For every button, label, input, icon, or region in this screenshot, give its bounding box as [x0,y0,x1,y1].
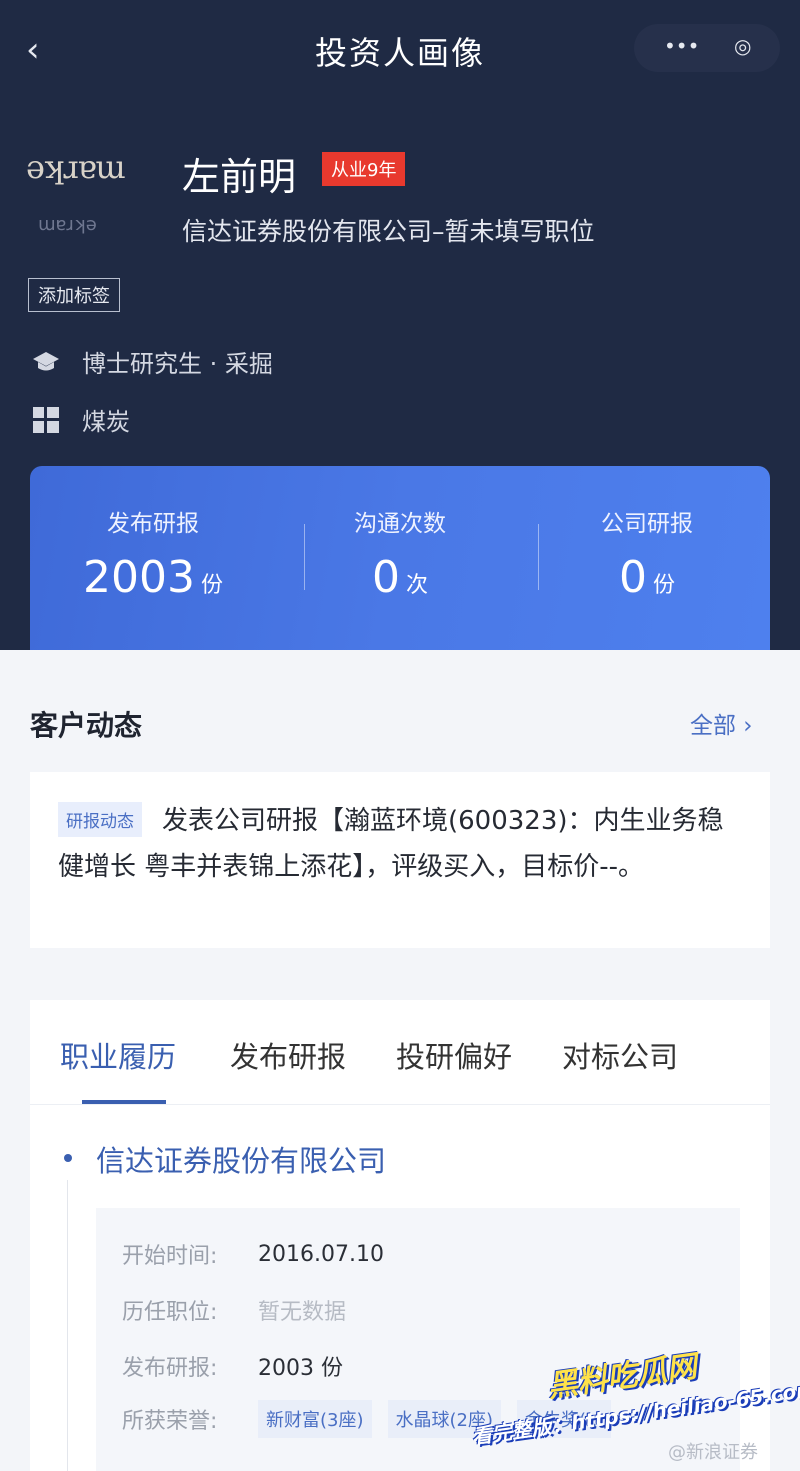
tab-reports[interactable]: 发布研报 [230,1034,346,1076]
dynamic-text: 发表公司研报【瀚蓝环境(600323)：内生业务稳健增长 粤丰并表锦上添花】，评… [58,806,724,882]
tab-preferences[interactable]: 投研偏好 [396,1034,512,1076]
tab-peer-companies[interactable]: 对标公司 [562,1034,678,1076]
avatar: ǝʞɹɐɯ ɯɐɹʞǝ [26,140,154,250]
education-text: 博士研究生 · 采掘 [82,350,273,378]
stat-communications[interactable]: 沟通次数 0次 [277,466,523,650]
dynamic-card[interactable]: 发表公司研报【瀚蓝环境(600323)：内生业务稳健增长 粤丰并表锦上添花】，评… [30,772,770,948]
company-position: 信达证券股份有限公司–暂未填写职位 [182,217,595,246]
stat-label: 沟通次数 [354,511,446,537]
honor-badge: 新财富(3座) [258,1400,372,1438]
top-bar: ‹ 投资人画像 ••• ◎ [0,0,800,96]
education-row: 博士研究生 · 采掘 [32,344,273,379]
detail-row-reports: 发布研报: 2003 份 [122,1356,343,1381]
timeline-line [67,1180,68,1471]
view-all-link[interactable]: 全部 › [690,706,753,740]
career-company-name: 信达证券股份有限公司 [96,1144,387,1178]
close-icon[interactable]: ◎ [734,34,751,58]
company-logo-sub: ɯɐɹʞǝ [38,214,97,235]
add-tag-button[interactable]: 添加标签 [28,278,120,312]
detail-row-start: 开始时间: 2016.07.10 [122,1241,384,1270]
stat-label: 公司研报 [601,511,693,537]
stat-value: 0次 [371,552,428,603]
detail-row-position: 历任职位: 暂无数据 [122,1300,347,1325]
industry-row: 煤炭 [32,402,130,437]
dynamic-tag: 研报动态 [58,802,142,837]
graduation-cap-icon [32,348,60,376]
stat-value: 2003 份 [83,552,223,603]
tab-career[interactable]: 职业履历 [60,1034,176,1076]
industry-text: 煤炭 [82,408,130,436]
mini-program-capsule[interactable]: ••• ◎ [634,24,780,72]
more-icon[interactable]: ••• [664,34,699,58]
timeline-dot [64,1154,72,1162]
stat-value: 0份 [618,552,675,603]
industry-grid-icon [32,406,60,434]
stat-label: 发布研报 [107,511,199,537]
years-badge: 从业9年 [322,152,406,186]
stat-reports[interactable]: 发布研报 2003 份 [30,466,276,650]
company-logo: ǝʞɹɐɯ [26,148,126,186]
watermark-source: @新浪证券 [668,1442,758,1463]
stats-panel: 发布研报 2003 份 沟通次数 0次 公司研报 0份 [30,466,770,650]
stat-company-reports[interactable]: 公司研报 0份 [524,466,770,650]
investor-name: 左前明 [182,155,297,199]
section-title-dynamics: 客户动态 [30,709,143,742]
tab-divider [30,1104,770,1105]
